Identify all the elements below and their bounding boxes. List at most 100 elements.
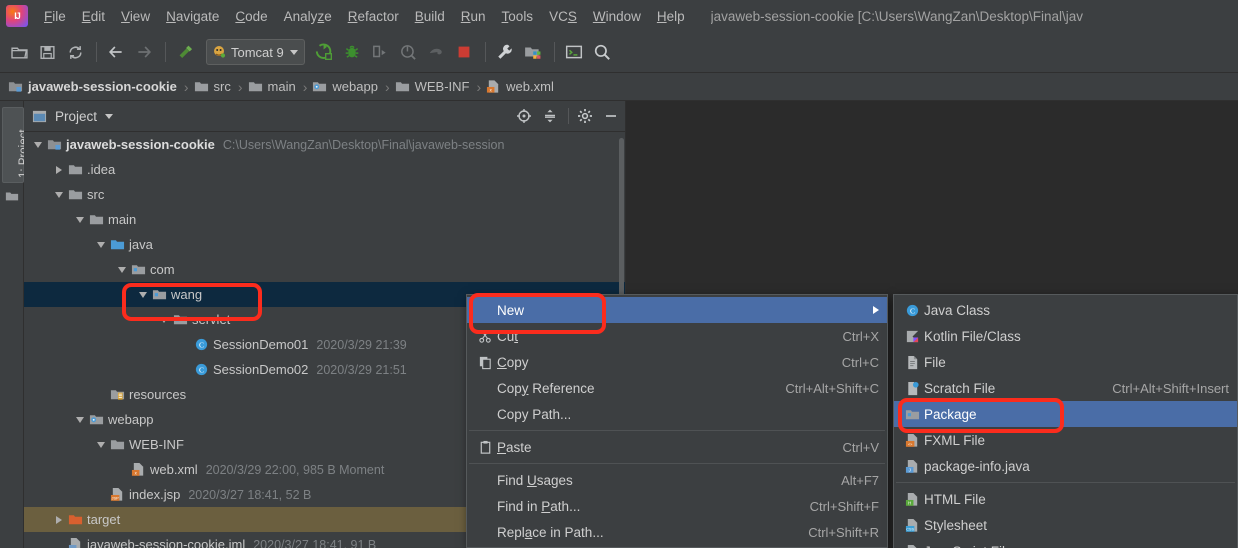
chevron-down-icon[interactable] [105, 113, 114, 119]
menu-item-navigate[interactable]: Navigate [158, 5, 227, 28]
breadcrumb-item-javaweb-session-cookie[interactable]: javaweb-session-cookie [8, 79, 177, 94]
attach-icon[interactable] [423, 39, 449, 65]
context-menu-item-shortcut: Ctrl+V [842, 439, 879, 455]
submenu-item-package[interactable]: Package [894, 401, 1237, 427]
run-icon[interactable] [311, 39, 337, 65]
context-menu[interactable]: New Cut Ctrl+X Copy Ctrl+C Copy Reference Ctrl… [466, 294, 888, 548]
breadcrumb-item-webapp[interactable]: webapp [312, 79, 378, 94]
wrench-icon[interactable] [492, 39, 518, 65]
submenu-item-html-file[interactable]: H HTML File [894, 486, 1237, 512]
context-menu-item-replace-in-path[interactable]: Replace in Path... Ctrl+Shift+R [467, 519, 887, 545]
menu-item-help[interactable]: Help [649, 5, 693, 28]
scrollbar-thumb[interactable] [619, 138, 624, 318]
breadcrumb-item-web-xml[interactable]: x web.xml [486, 79, 554, 94]
chevron-right-icon[interactable] [51, 507, 66, 532]
menu-item-refactor[interactable]: Refactor [340, 5, 407, 28]
context-menu-item-copy[interactable]: Copy Ctrl+C [467, 349, 887, 375]
sync-icon[interactable] [62, 39, 88, 65]
terminal-icon[interactable] [561, 39, 587, 65]
chevron-down-icon[interactable] [93, 432, 108, 457]
context-menu-item-copy-path[interactable]: Copy Path... [467, 401, 887, 427]
run-configuration-label: Tomcat 9 [231, 44, 284, 60]
submenu-item-file[interactable]: File [894, 349, 1237, 375]
context-menu-item-label: New [497, 302, 525, 318]
save-all-icon[interactable] [34, 39, 60, 65]
chevron-down-icon[interactable] [72, 207, 87, 232]
toolbar-separator-3 [484, 42, 486, 62]
debug-icon[interactable] [339, 39, 365, 65]
context-menu-item-find-in-path[interactable]: Find in Path... Ctrl+Shift+F [467, 493, 887, 519]
menu-item-code[interactable]: Code [227, 5, 275, 28]
menu-item-vcs[interactable]: VCS [541, 5, 585, 28]
gear-icon[interactable] [573, 104, 597, 128]
tree-row[interactable]: main [24, 207, 625, 232]
breadcrumb: javaweb-session-cookie › src › main › webapp › W… [0, 73, 1238, 101]
tree-row[interactable]: src [24, 182, 625, 207]
menu-item-analyze[interactable]: Analyze [276, 5, 340, 28]
submenu-item-label: Scratch File [924, 380, 996, 396]
html-file-icon: H [900, 492, 924, 507]
project-panel-title: Project [55, 108, 98, 124]
minimize-icon[interactable] [599, 104, 623, 128]
toolbar-separator-1 [96, 42, 97, 62]
collapse-all-icon[interactable] [538, 104, 562, 128]
back-arrow-icon[interactable] [103, 39, 129, 65]
locate-target-icon[interactable] [512, 104, 536, 128]
tree-row[interactable]: javaweb-session-cookie C:\Users\WangZan\D… [24, 132, 625, 157]
build-hammer-icon[interactable] [172, 39, 198, 65]
submenu-item-kotlin-file-class[interactable]: Kotlin File/Class [894, 323, 1237, 349]
chevron-down-icon[interactable] [156, 307, 171, 332]
chevron-down-icon[interactable] [30, 132, 45, 157]
project-structure-icon[interactable] [520, 39, 546, 65]
chevron-down-icon[interactable] [51, 182, 66, 207]
open-folder-icon[interactable] [6, 39, 32, 65]
tree-row[interactable]: java [24, 232, 625, 257]
tree-row[interactable]: com [24, 257, 625, 282]
submenu-item-javascript-file[interactable]: JSJavaScript File [894, 538, 1237, 548]
submenu-item-shortcut: Ctrl+Alt+Shift+Insert [1112, 380, 1229, 396]
structure-icon[interactable] [5, 189, 19, 206]
chevron-down-icon[interactable] [114, 257, 129, 282]
tree-row[interactable]: .idea [24, 157, 625, 182]
svg-text:CSS: CSS [906, 527, 914, 531]
folder-icon [66, 157, 84, 182]
menu-item-view[interactable]: View [113, 5, 158, 28]
chevron-right-icon[interactable] [51, 157, 66, 182]
breadcrumb-item-main[interactable]: main [248, 79, 296, 94]
run-configuration-selector[interactable]: Tomcat 9 [206, 39, 305, 65]
menu-item-run[interactable]: Run [453, 5, 494, 28]
new-submenu[interactable]: C Java Class Kotlin File/Class File Scratch … [893, 294, 1238, 548]
breadcrumb-item-src[interactable]: src [194, 79, 231, 94]
context-menu-item-label: Cut [497, 328, 519, 344]
svg-text:<>: <> [907, 442, 911, 446]
chevron-down-icon[interactable] [289, 49, 298, 55]
context-menu-item-new[interactable]: New [467, 297, 887, 323]
module-icon [8, 79, 23, 94]
context-menu-item-paste[interactable]: Paste Ctrl+V [467, 434, 887, 460]
submenu-item-java-class[interactable]: C Java Class [894, 297, 1237, 323]
chevron-down-icon[interactable] [135, 282, 150, 307]
chevron-down-icon[interactable] [93, 232, 108, 257]
search-icon[interactable] [589, 39, 615, 65]
iml-file-icon [66, 532, 84, 548]
run-with-coverage-icon[interactable] [367, 39, 393, 65]
submenu-item-fxml-file[interactable]: <> FXML File [894, 427, 1237, 453]
sidebar-item-project[interactable]: 1: Project [2, 107, 30, 183]
breadcrumb-item-web-inf[interactable]: WEB-INF [395, 79, 470, 94]
context-menu-item-copy-reference[interactable]: Copy Reference Ctrl+Alt+Shift+C [467, 375, 887, 401]
context-menu-item-find-usages[interactable]: Find Usages Alt+F7 [467, 467, 887, 493]
submenu-item-scratch-file[interactable]: Scratch File Ctrl+Alt+Shift+Insert [894, 375, 1237, 401]
menu-item-build[interactable]: Build [407, 5, 453, 28]
menu-item-window[interactable]: Window [585, 5, 649, 28]
submenu-item-package-info-java[interactable]: Jpackage-info.java [894, 453, 1237, 479]
chevron-down-icon[interactable] [72, 407, 87, 432]
forward-arrow-icon[interactable] [131, 39, 157, 65]
context-menu-item-label: Paste [497, 439, 532, 455]
submenu-item-stylesheet[interactable]: CSS Stylesheet [894, 512, 1237, 538]
menu-item-tools[interactable]: Tools [494, 5, 542, 28]
profile-icon[interactable] [395, 39, 421, 65]
menu-item-file[interactable]: File [36, 5, 74, 28]
context-menu-item-cut[interactable]: Cut Ctrl+X [467, 323, 887, 349]
stop-icon[interactable] [451, 39, 477, 65]
menu-item-edit[interactable]: Edit [74, 5, 113, 28]
